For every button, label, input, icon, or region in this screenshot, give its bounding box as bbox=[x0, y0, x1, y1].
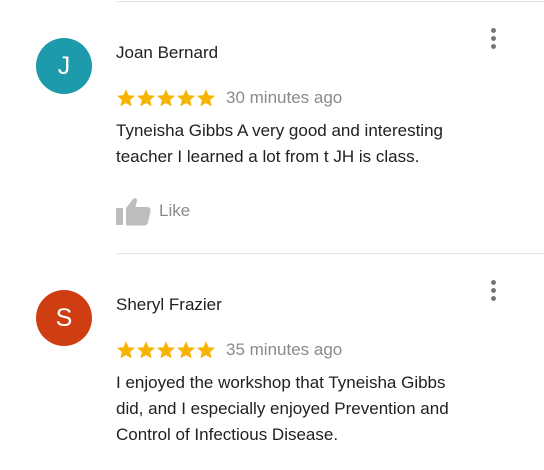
rating-row: 35 minutes ago bbox=[116, 340, 342, 360]
author-name[interactable]: Sheryl Frazier bbox=[116, 295, 222, 315]
like-label: Like bbox=[159, 201, 191, 220]
review-text-line: teacher I learned a lot from t JH is cla… bbox=[116, 147, 420, 166]
star-icon bbox=[116, 89, 136, 107]
review-card: J Joan Bernard 30 minutes ago Tyneisha G… bbox=[0, 0, 544, 253]
rating-row: 30 minutes ago bbox=[116, 88, 342, 108]
star-icon bbox=[136, 89, 156, 107]
star-icon bbox=[196, 89, 216, 107]
star-icon bbox=[156, 341, 176, 359]
review-text: I enjoyed the workshop that Tyneisha Gib… bbox=[116, 370, 516, 448]
star-icon bbox=[196, 341, 216, 359]
review-text-line: Tyneisha Gibbs A very good and interesti… bbox=[116, 121, 443, 140]
author-name[interactable]: Joan Bernard bbox=[116, 43, 218, 63]
star-icon bbox=[176, 89, 196, 107]
review-time: 35 minutes ago bbox=[226, 340, 343, 359]
like-button[interactable]: Like bbox=[116, 196, 190, 226]
avatar-letter: S bbox=[55, 304, 73, 332]
star-icon bbox=[116, 341, 136, 359]
star-icon bbox=[176, 341, 196, 359]
star-rating bbox=[116, 88, 216, 108]
thumbs-up-icon bbox=[116, 198, 151, 226]
more-vert-icon[interactable] bbox=[488, 280, 500, 304]
more-vert-icon[interactable] bbox=[488, 28, 500, 52]
review-time: 30 minutes ago bbox=[226, 88, 343, 107]
star-rating bbox=[116, 340, 216, 360]
star-icon bbox=[156, 89, 176, 107]
avatar[interactable]: J bbox=[36, 38, 92, 94]
review-text: Tyneisha Gibbs A very good and interesti… bbox=[116, 118, 516, 170]
review-text-line: I enjoyed the workshop that Tyneisha Gib… bbox=[116, 373, 446, 392]
avatar-letter: J bbox=[57, 52, 71, 80]
avatar[interactable]: S bbox=[36, 290, 92, 346]
star-icon bbox=[136, 341, 156, 359]
review-text-line: did, and I especially enjoyed Prevention… bbox=[116, 399, 449, 418]
review-card: S Sheryl Frazier 35 minutes ago I enjoye… bbox=[0, 254, 544, 470]
review-text-line: Control of Infectious Disease. bbox=[116, 425, 339, 444]
